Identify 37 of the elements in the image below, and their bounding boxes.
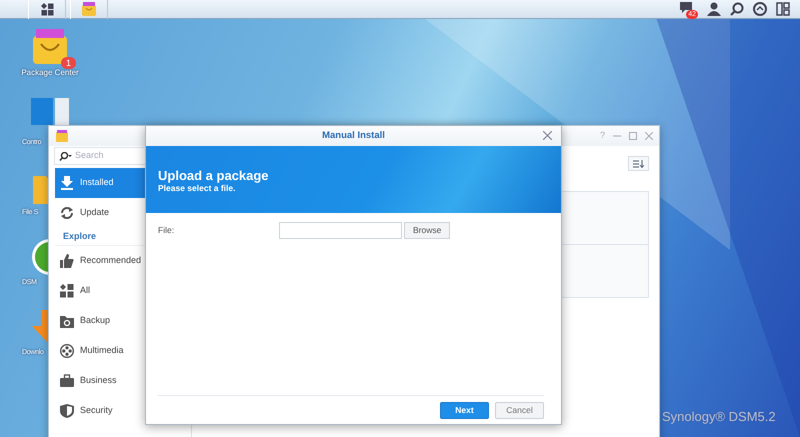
folder-refresh-icon (60, 314, 74, 328)
download-icon (60, 176, 74, 190)
user-icon[interactable] (707, 0, 721, 18)
refresh-icon (60, 206, 74, 220)
sort-icon (633, 160, 644, 168)
cancel-button[interactable]: Cancel (495, 402, 544, 418)
widgets-icon[interactable] (776, 0, 790, 18)
film-reel-icon (60, 344, 74, 358)
sidebar-item[interactable]: Business (55, 366, 191, 396)
thumbs-up-icon (60, 254, 74, 268)
shopping-bag-icon (81, 1, 97, 17)
sidebar-item[interactable]: Recommended (55, 246, 191, 276)
package-center-taskbar-button[interactable] (70, 0, 108, 18)
close-icon[interactable] (645, 132, 653, 140)
briefcase-icon (60, 374, 74, 388)
grid-icon (60, 284, 74, 298)
main-menu-button[interactable] (28, 0, 66, 18)
grid-icon (40, 2, 54, 16)
close-icon[interactable] (543, 131, 552, 140)
sidebar-item[interactable]: Backup (55, 306, 191, 336)
shopping-bag-icon[interactable] (31, 28, 69, 66)
next-button[interactable]: Next (440, 402, 489, 418)
search-icon[interactable] (59, 152, 72, 160)
maximize-icon[interactable] (629, 132, 637, 140)
shield-icon (60, 404, 74, 418)
sidebar-item[interactable]: All (55, 276, 191, 306)
sidebar-item[interactable]: Security (55, 396, 191, 426)
notification-badge: 1 (60, 57, 76, 69)
desktop-icon-label[interactable]: Package Center (20, 68, 80, 78)
search-icon[interactable] (730, 0, 744, 18)
brand-logo-text: Synology® DSM5.2 (662, 408, 776, 426)
sidebar-item[interactable]: Multimedia (55, 336, 191, 366)
sort-button[interactable] (628, 156, 649, 171)
dialog-title: Manual Install (322, 128, 385, 143)
browse-button[interactable]: Browse (404, 222, 450, 239)
help-button[interactable]: ? (600, 129, 605, 143)
file-input-field[interactable] (279, 222, 402, 239)
